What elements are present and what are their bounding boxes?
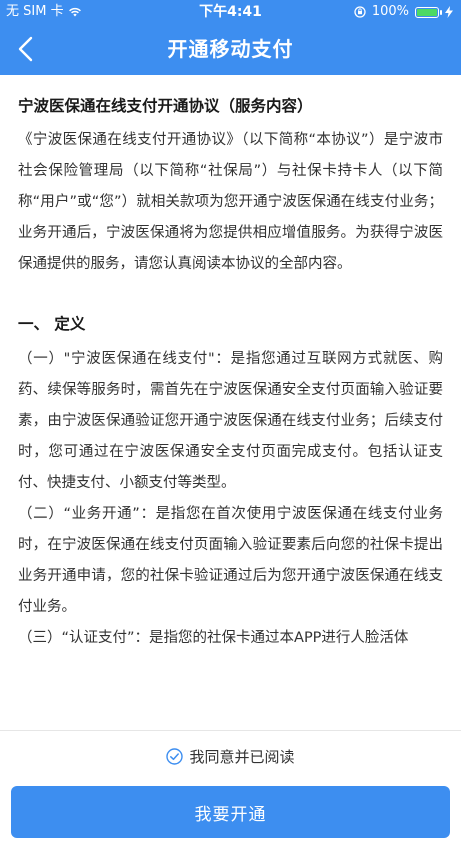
status-bar: 无 SIM 卡 下午4:41 100%: [0, 0, 461, 24]
charging-bolt-icon: [445, 6, 453, 18]
agreement-title: 宁波医保通在线支付开通协议（服务内容）: [18, 97, 313, 115]
battery-icon: [415, 6, 442, 18]
battery-percent: 100%: [371, 4, 409, 19]
definition-item-1: （一）"宁波医保通在线支付"：是指您通过互联网方式就医、购药、续保等服务时，需首…: [18, 351, 443, 491]
definition-item-3: （三）“认证支付”：是指您的社保卡通过本APP进行人脸活体: [18, 630, 409, 646]
nav-bar: 开通移动支付: [0, 24, 461, 75]
agreement-intro: 《宁波医保通在线支付开通协议》（以下简称“本协议”）是宁波市社会保险管理局（以下…: [18, 132, 443, 272]
check-circle-icon: [166, 747, 184, 765]
agreement-content[interactable]: 宁波医保通在线支付开通协议（服务内容） 《宁波医保通在线支付开通协议》（以下简称…: [0, 75, 461, 730]
header: 无 SIM 卡 下午4:41 100% 开通移动支付: [0, 0, 461, 75]
page-title: 开通移动支付: [167, 37, 294, 61]
footer-divider: [0, 730, 461, 731]
submit-button[interactable]: 我要开通: [11, 786, 450, 838]
definition-item-2: （二）“业务开通”：是指您在首次使用宁波医保通在线支付业务时，在宁波医保通在线支…: [18, 506, 443, 615]
agree-checkbox[interactable]: 我同意并已阅读: [0, 740, 461, 772]
agree-label: 我同意并已阅读: [189, 747, 295, 766]
battery-fill: [417, 8, 437, 16]
lock-rotation-icon: [354, 6, 366, 18]
section-definition-title: 一、 定义: [18, 315, 86, 333]
status-right: 100%: [354, 0, 453, 24]
